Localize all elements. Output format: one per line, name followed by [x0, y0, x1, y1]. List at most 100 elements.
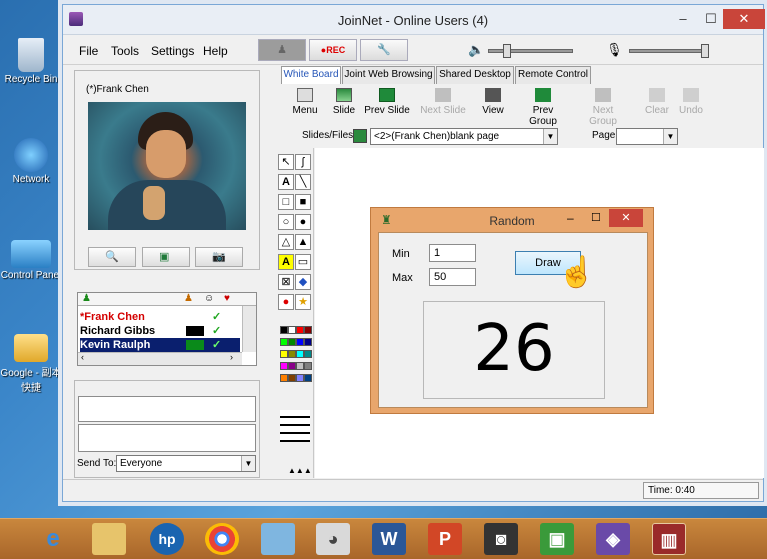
slides-select[interactable]: <2>(Frank Chen)blank page ▼ — [370, 128, 558, 145]
paint-icon[interactable]: ◕ — [316, 523, 350, 555]
close-button[interactable]: ✕ — [723, 9, 765, 29]
wb-next-slide-button[interactable]: Next Slide — [420, 86, 466, 116]
wb-prev-group-button[interactable]: Prev Group — [520, 86, 566, 127]
dialog-close-button[interactable]: ✕ — [609, 209, 643, 227]
dialog-titlebar[interactable]: ♜ Random – ☐ ✕ — [371, 208, 653, 232]
user-row-selected[interactable]: Kevin Raulph ✓ — [80, 338, 240, 352]
dialog-maximize-button[interactable]: ☐ — [591, 211, 601, 224]
tab-remote-control[interactable]: Remote Control — [515, 66, 591, 84]
snapshot-button[interactable]: 📷 — [195, 247, 243, 267]
menu-tools[interactable]: Tools — [111, 44, 139, 58]
user-list-vscrollbar[interactable] — [242, 306, 256, 352]
color-swatch[interactable] — [280, 374, 288, 382]
user-row[interactable]: *Frank Chen ✓ — [80, 310, 240, 324]
filled-ellipse-tool-icon[interactable]: ● — [295, 214, 311, 230]
menu-settings[interactable]: Settings — [151, 44, 194, 58]
wb-slide-button[interactable]: Slide — [321, 86, 367, 116]
color-swatch[interactable] — [296, 350, 304, 358]
eraser-tool-icon[interactable]: ▭ — [295, 254, 311, 270]
line-tool-icon[interactable]: ╲ — [295, 174, 311, 190]
settings-wrench-button[interactable]: 🔧 — [360, 39, 408, 61]
color-swatch[interactable] — [296, 326, 304, 334]
screen-capture-icon[interactable]: ◈ — [596, 523, 630, 555]
tab-white-board[interactable]: White Board — [281, 66, 341, 84]
fill-tool-icon[interactable]: ◆ — [295, 274, 311, 290]
text-tool-icon[interactable]: A — [278, 174, 294, 190]
rectangle-tool-icon[interactable]: □ — [278, 194, 294, 210]
color-swatch[interactable] — [296, 338, 304, 346]
filled-rectangle-tool-icon[interactable]: ■ — [295, 194, 311, 210]
minimize-button[interactable]: – — [669, 9, 697, 29]
color-swatch[interactable] — [296, 374, 304, 382]
file-explorer-icon[interactable] — [92, 523, 126, 555]
max-input[interactable]: 50 — [429, 268, 476, 286]
speaker-volume-slider[interactable] — [488, 49, 573, 53]
maximize-button[interactable]: ☐ — [697, 9, 725, 29]
apple-icon[interactable]: ● — [278, 294, 294, 310]
desktop-network[interactable]: Network — [0, 138, 62, 185]
wb-undo-button[interactable]: Undo — [668, 86, 714, 116]
send-to-select[interactable]: Everyone ▼ — [116, 455, 256, 472]
speaker-volume-thumb[interactable] — [503, 44, 511, 58]
wb-prev-slide-button[interactable]: Prev Slide — [364, 86, 410, 116]
color-swatch[interactable] — [304, 338, 312, 346]
powerpoint-icon[interactable]: P — [428, 523, 462, 555]
desktop-google-shortcut[interactable]: Google - 副本 快捷 — [0, 334, 62, 394]
wb-next-group-button[interactable]: Next Group — [580, 86, 626, 127]
color-swatch[interactable] — [304, 326, 312, 334]
presenter-button[interactable]: ♟ — [258, 39, 306, 61]
chrome-icon[interactable] — [205, 523, 239, 555]
internet-explorer-icon[interactable]: e — [36, 523, 70, 555]
color-swatch[interactable] — [304, 350, 312, 358]
tab-joint-web-browsing[interactable]: Joint Web Browsing — [342, 66, 435, 84]
wb-view-button[interactable]: View — [470, 86, 516, 116]
camera-app-icon[interactable]: ◙ — [484, 523, 518, 555]
more-tools-icon[interactable]: ▲▲▲ — [288, 466, 312, 475]
highlight-text-icon[interactable]: A — [278, 254, 294, 270]
hp-icon[interactable]: hp — [150, 523, 184, 555]
color-swatch[interactable] — [288, 350, 296, 358]
mic-volume-slider[interactable] — [629, 49, 709, 53]
screen-share-button[interactable]: ▣ — [142, 247, 190, 267]
color-swatch[interactable] — [288, 374, 296, 382]
image-tool-icon[interactable]: ⊠ — [278, 274, 294, 290]
desktop-control-panel[interactable]: Control Panel — [0, 240, 62, 281]
color-swatch[interactable] — [304, 362, 312, 370]
result-number: 26 — [473, 312, 555, 386]
filled-polygon-tool-icon[interactable]: ▲ — [295, 234, 311, 250]
window-titlebar[interactable]: JoinNet - Online Users (4) – ☐ ✕ — [63, 5, 765, 35]
menu-help[interactable]: Help — [203, 44, 228, 58]
user-list-hscrollbar[interactable]: ‹ › — [78, 352, 242, 365]
record-button[interactable]: ●REC — [309, 39, 357, 61]
polygon-tool-icon[interactable]: △ — [278, 234, 294, 250]
chat-input[interactable] — [78, 424, 256, 452]
user-row[interactable]: Richard Gibbs ✓ — [80, 324, 240, 338]
color-swatch[interactable] — [288, 326, 296, 334]
desktop-recycle-bin[interactable]: Recycle Bin — [0, 38, 62, 85]
color-swatch[interactable] — [280, 350, 288, 358]
color-swatch[interactable] — [280, 338, 288, 346]
color-swatch[interactable] — [296, 362, 304, 370]
line-width-picker[interactable] — [280, 410, 310, 442]
pen-tool-icon[interactable]: ʃ — [295, 154, 311, 170]
color-swatch[interactable] — [280, 362, 288, 370]
camera-control-button[interactable]: 🔍 — [88, 247, 136, 267]
mic-volume-thumb[interactable] — [701, 44, 709, 58]
word-icon[interactable]: W — [372, 523, 406, 555]
color-swatch[interactable] — [304, 374, 312, 382]
notepad-icon[interactable] — [261, 523, 295, 555]
min-input[interactable]: 1 — [429, 244, 476, 262]
tab-shared-desktop[interactable]: Shared Desktop — [436, 66, 514, 84]
ellipse-tool-icon[interactable]: ○ — [278, 214, 294, 230]
menu-file[interactable]: File — [79, 44, 98, 58]
joinnet-taskbar-icon[interactable]: ▥ — [652, 523, 686, 555]
pointer-tool-icon[interactable]: ↖ — [278, 154, 294, 170]
color-swatch[interactable] — [288, 338, 296, 346]
page-select[interactable]: ▼ — [616, 128, 678, 145]
check-icon: ✓ — [212, 325, 222, 337]
photos-icon[interactable]: ▣ — [540, 523, 574, 555]
color-swatch[interactable] — [288, 362, 296, 370]
dialog-minimize-button[interactable]: – — [567, 211, 574, 225]
star-icon[interactable]: ★ — [295, 294, 311, 310]
color-swatch[interactable] — [280, 326, 288, 334]
